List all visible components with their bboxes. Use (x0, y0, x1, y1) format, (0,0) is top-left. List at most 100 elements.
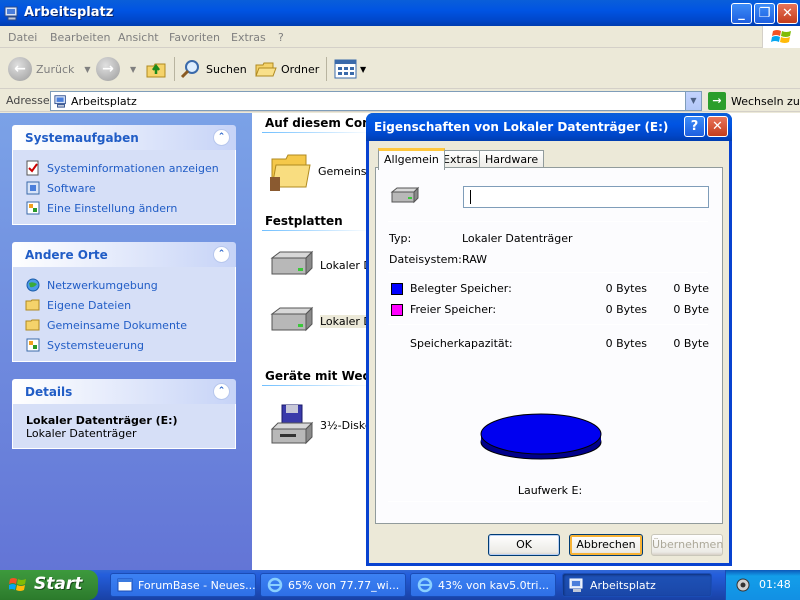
properties-dialog: Eigenschaften von Lokaler Datenträger (E… (366, 113, 732, 566)
address-bar: Adresse Arbeitsplatz ▼ → Wechseln zu (0, 90, 800, 112)
menu-edit[interactable]: Bearbeiten (50, 31, 110, 44)
filesystem-value: RAW (462, 253, 487, 266)
menu-bar: Datei Bearbeiten Ansicht Favoriten Extra… (0, 26, 800, 48)
shared-folder-icon (270, 154, 311, 191)
start-button[interactable]: Start (0, 570, 98, 600)
window-title: Arbeitsplatz (24, 5, 114, 20)
address-label: Adresse (6, 94, 50, 107)
back-dropdown-icon[interactable]: ▼ (84, 65, 90, 74)
collapse-icon[interactable]: ⌃ (213, 246, 230, 263)
software-link[interactable]: Software (25, 178, 235, 198)
tray-app-icon[interactable] (735, 577, 751, 593)
control-panel-link[interactable]: Systemsteuerung (25, 335, 235, 355)
taskbar-item-download-1[interactable]: 65% von 77.77_wi... (260, 573, 406, 597)
hard-drive-icon (270, 250, 314, 276)
help-button[interactable]: ? (684, 116, 705, 137)
local-disk-item-2[interactable]: Lokaler D (268, 306, 372, 336)
free-space-bytes: 0 Bytes (605, 303, 647, 316)
taskbar-item-arbeitsplatz[interactable]: Arbeitsplatz (562, 573, 712, 597)
details-panel: Details ⌃ Lokaler Datenträger (E:) Lokal… (12, 379, 236, 449)
shared-documents-link[interactable]: Gemeinsame Dokumente (25, 315, 235, 335)
floppy-drive-item[interactable]: 3½-Diske (268, 403, 372, 447)
menu-favorites[interactable]: Favoriten (169, 31, 220, 44)
up-folder-button[interactable] (145, 57, 167, 81)
folders-icon (255, 62, 277, 77)
system-tray: 01:48 (725, 570, 800, 600)
general-tab-page: Typ: Lokaler Datenträger Dateisystem: RA… (375, 167, 723, 524)
used-slice (480, 413, 602, 455)
tab-general[interactable]: Allgemein (378, 148, 445, 170)
browser-window-icon (117, 578, 133, 592)
other-places-panel: Andere Orte ⌃ Netzwerkumgebung Eigene Da… (12, 242, 236, 362)
capacity-label: Speicherkapazität: (410, 337, 513, 350)
apply-button[interactable]: Übernehmen (651, 534, 723, 556)
menu-file[interactable]: Datei (8, 31, 37, 44)
maximize-button[interactable]: ❐ (754, 3, 775, 24)
forward-button[interactable]: → ▼ (96, 57, 136, 81)
hard-drive-icon (390, 186, 420, 204)
toolbar: ← Zurück ▼ → ▼ Suchen Ordner ▼ (0, 49, 800, 89)
back-button[interactable]: ← Zurück ▼ (8, 57, 91, 81)
views-dropdown-icon[interactable]: ▼ (360, 65, 366, 74)
views-icon (334, 59, 357, 79)
internet-explorer-icon (267, 577, 283, 593)
collapse-icon[interactable]: ⌃ (213, 129, 230, 146)
dialog-title: Eigenschaften von Lokaler Datenträger (E… (374, 120, 669, 134)
tab-hardware[interactable]: Hardware (479, 150, 545, 168)
go-button[interactable]: → Wechseln zu (708, 92, 800, 110)
network-places-link[interactable]: Netzwerkumgebung (25, 275, 235, 295)
collapse-icon[interactable]: ⌃ (213, 383, 230, 400)
text-caret (470, 190, 471, 204)
folder-icon (25, 299, 40, 311)
capacity-short: 0 Byte (673, 337, 709, 350)
other-places-header[interactable]: Andere Orte ⌃ (12, 242, 236, 267)
ok-button[interactable]: OK (488, 534, 560, 556)
taskbar-item-download-2[interactable]: 43% von kav5.0tri... (410, 573, 556, 597)
dialog-titlebar[interactable]: Eigenschaften von Lokaler Datenträger (E… (366, 113, 732, 141)
disk-usage-pie (480, 413, 602, 460)
minimize-button[interactable]: _ (731, 3, 752, 24)
search-icon (180, 60, 199, 79)
change-setting-link[interactable]: Eine Einstellung ändern (25, 198, 235, 218)
search-button[interactable]: Suchen (180, 57, 247, 81)
go-arrow-icon: → (708, 92, 726, 110)
used-space-bytes: 0 Bytes (605, 282, 647, 295)
close-button[interactable]: ✕ (777, 3, 798, 24)
shared-documents-item[interactable]: Gemeinsa (268, 149, 373, 193)
taskbar: Start ForumBase - Neues... 65% von 77.77… (0, 570, 800, 600)
details-header[interactable]: Details ⌃ (12, 379, 236, 404)
hard-drive-icon (270, 306, 314, 332)
floppy-drive-icon (270, 404, 314, 445)
used-space-color (391, 283, 403, 295)
forward-dropdown-icon[interactable]: ▼ (130, 65, 136, 74)
windows-logo-icon (762, 26, 800, 48)
system-info-link[interactable]: Systeminformationen anzeigen (25, 158, 235, 178)
local-disk-item-1[interactable]: Lokaler D (268, 250, 372, 280)
free-space-color (391, 304, 403, 316)
windows-flag-icon (9, 578, 26, 591)
dialog-close-button[interactable]: ✕ (707, 116, 728, 137)
cancel-button[interactable]: Abbrechen (569, 534, 643, 556)
my-documents-link[interactable]: Eigene Dateien (25, 295, 235, 315)
control-panel-icon (26, 338, 40, 352)
window-titlebar[interactable]: Arbeitsplatz _ ❐ ✕ (0, 0, 800, 26)
menu-tools[interactable]: Extras (231, 31, 266, 44)
menu-help[interactable]: ? (278, 31, 284, 44)
menu-view[interactable]: Ansicht (118, 31, 159, 44)
folder-up-icon (146, 63, 166, 78)
address-dropdown-icon[interactable]: ▼ (685, 92, 701, 110)
clock[interactable]: 01:48 (759, 578, 791, 591)
task-pane: Systemaufgaben ⌃ Systeminformationen anz… (0, 113, 252, 570)
views-button[interactable]: ▼ (334, 57, 366, 81)
details-type: Lokaler Datenträger (26, 427, 137, 440)
folders-button[interactable]: Ordner (255, 57, 319, 81)
address-input[interactable]: Arbeitsplatz ▼ (50, 91, 702, 111)
used-space-label: Belegter Speicher: (410, 282, 512, 295)
capacity-bytes: 0 Bytes (605, 337, 647, 350)
system-info-icon (26, 160, 39, 176)
control-panel-icon (26, 201, 40, 215)
system-tasks-header[interactable]: Systemaufgaben ⌃ (12, 125, 236, 150)
address-value: Arbeitsplatz (71, 95, 137, 108)
taskbar-item-forumbase[interactable]: ForumBase - Neues... (110, 573, 256, 597)
drive-name-input[interactable] (463, 186, 709, 208)
